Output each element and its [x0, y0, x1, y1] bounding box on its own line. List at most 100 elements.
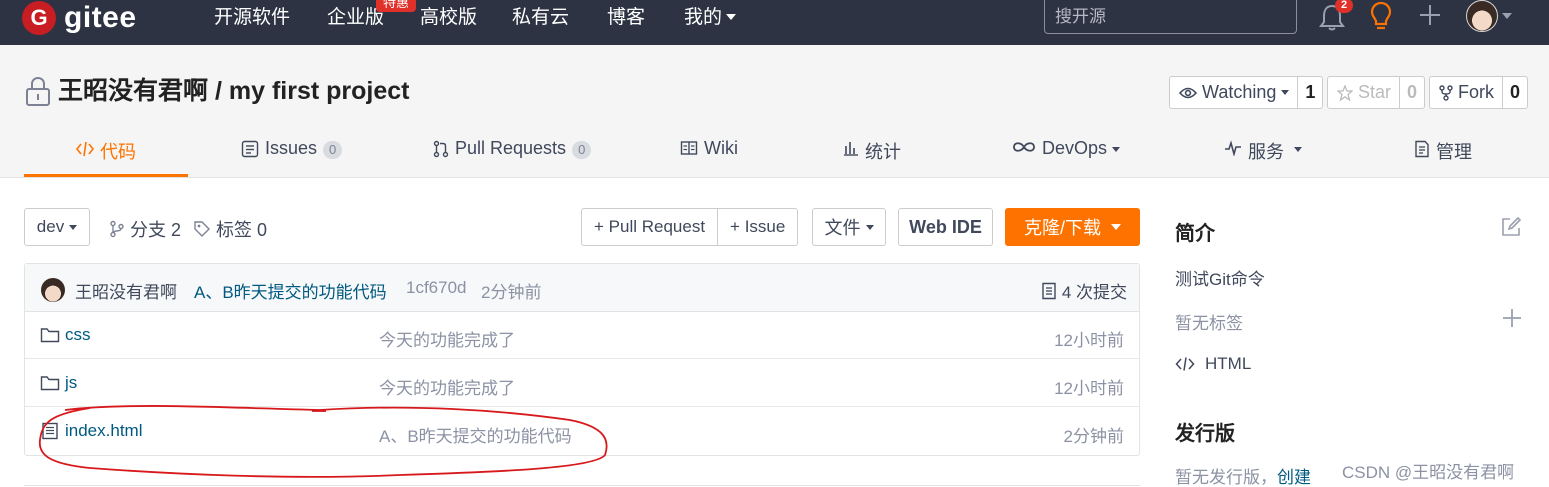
commit-count-label: 4 次提交	[1061, 283, 1127, 302]
nav-open-source[interactable]: 开源软件	[214, 5, 290, 31]
file-row[interactable]: index.html A、B昨天提交的功能代码 2分钟前	[25, 408, 1139, 455]
file-name: js	[65, 373, 78, 392]
add-tag-icon[interactable]	[1502, 308, 1522, 328]
tab-statistics[interactable]: 统计	[843, 138, 901, 178]
plus-icon[interactable]	[1417, 2, 1443, 28]
star-icon	[1337, 84, 1353, 101]
commit-hash[interactable]: 1cf670d	[406, 278, 467, 298]
search-input[interactable]	[1044, 0, 1297, 34]
sidebar-intro-title: 简介	[1175, 223, 1215, 245]
tab-services[interactable]: 服务	[1224, 138, 1302, 178]
tab-wiki[interactable]: Wiki	[680, 138, 738, 178]
commit-time: 2分钟前	[481, 283, 542, 302]
file-menu-label: 文件	[824, 218, 861, 238]
file-commit-message[interactable]: 今天的功能完成了	[379, 374, 515, 399]
file-tree: 王昭没有君啊 A、B昨天提交的功能代码 1cf670d 2分钟前 4 次提交 c…	[24, 263, 1140, 456]
fork-count[interactable]: 0	[1502, 77, 1527, 108]
repo-owner-link[interactable]: 王昭没有君啊	[58, 77, 208, 105]
section-divider	[24, 485, 1140, 486]
chevron-down-icon	[865, 224, 874, 230]
file-menu-button[interactable]: 文件	[812, 208, 886, 246]
commit-author-avatar[interactable]	[41, 278, 65, 302]
star-button[interactable]: Star 0	[1327, 76, 1426, 109]
nav-private-cloud[interactable]: 私有云	[512, 5, 569, 31]
tags-link[interactable]: 标签 0	[193, 216, 267, 242]
tab-issues-label: Issues	[265, 138, 318, 158]
file-row[interactable]: css 今天的功能完成了 12小时前	[25, 312, 1139, 359]
new-pull-request-button[interactable]: + Pull Request	[582, 209, 717, 245]
edit-icon[interactable]	[1500, 216, 1522, 238]
create-release-link[interactable]: 创建	[1277, 468, 1311, 487]
pull-request-icon	[433, 140, 449, 158]
watch-button[interactable]: Watching 1	[1169, 76, 1324, 109]
language-label: HTML	[1205, 354, 1252, 373]
tab-wiki-label: Wiki	[704, 138, 738, 158]
user-avatar[interactable]	[1466, 0, 1498, 32]
star-count[interactable]: 0	[1399, 77, 1424, 108]
bar-chart-icon	[844, 142, 858, 156]
fork-button[interactable]: Fork 0	[1429, 76, 1529, 109]
gitee-logo-icon: G	[22, 1, 56, 35]
tab-statistics-label: 统计	[865, 142, 901, 162]
nav-mine[interactable]: 我的	[684, 5, 737, 31]
clone-download-button[interactable]: 克隆/下载	[1005, 208, 1140, 246]
new-issue-button[interactable]: + Issue	[717, 209, 797, 245]
chevron-down-icon[interactable]	[1502, 13, 1512, 19]
file-name-link[interactable]: index.html	[40, 421, 142, 441]
no-release-text: 暂无发行版，	[1175, 468, 1277, 487]
code-icon	[1175, 357, 1195, 371]
language-item[interactable]: HTML	[1175, 354, 1251, 374]
file-name-link[interactable]: js	[40, 373, 77, 393]
file-commit-time: 12小时前	[1054, 331, 1124, 350]
watch-count[interactable]: 1	[1297, 77, 1322, 108]
tab-pull-requests[interactable]: Pull Requests 0	[433, 138, 592, 178]
nav-blog[interactable]: 博客	[607, 5, 645, 31]
repo-path-separator: /	[214, 77, 222, 105]
tags-label: 标签 0	[216, 220, 268, 240]
branches-link[interactable]: 分支 2	[109, 216, 181, 242]
tab-code-label: 代码	[100, 142, 136, 162]
code-icon	[76, 141, 94, 157]
book-icon	[680, 141, 698, 155]
web-ide-button[interactable]: Web IDE	[898, 208, 993, 246]
commit-author[interactable]: 王昭没有君啊	[75, 278, 177, 303]
folder-icon	[40, 328, 60, 343]
tab-manage[interactable]: 管理	[1414, 138, 1472, 178]
lock-icon	[26, 76, 50, 106]
chevron-down-icon	[1281, 90, 1290, 95]
folder-icon	[40, 376, 60, 391]
file-commit-time: 2分钟前	[1063, 427, 1124, 446]
nav-education[interactable]: 高校版	[420, 5, 477, 31]
file-commit-message[interactable]: 今天的功能完成了	[379, 326, 515, 351]
gitee-logo[interactable]: G gitee	[22, 0, 137, 36]
clone-download-label: 克隆/下载	[1023, 218, 1101, 238]
tab-code[interactable]: 代码	[76, 138, 136, 178]
create-button-group: + Pull Request + Issue	[581, 208, 799, 246]
tab-devops[interactable]: DevOps	[1012, 138, 1121, 178]
chevron-down-icon	[1111, 224, 1121, 230]
file-name: index.html	[65, 421, 143, 440]
lightbulb-icon[interactable]	[1366, 0, 1396, 32]
commits-icon	[1042, 282, 1056, 299]
nav-mine-label: 我的	[684, 7, 723, 28]
file-name-link[interactable]: css	[40, 325, 91, 345]
top-navbar: G gitee 开源软件 企业版 特惠 高校版 私有云 博客 我的 2	[0, 0, 1549, 45]
chevron-down-icon	[69, 224, 78, 230]
active-tab-indicator	[24, 174, 188, 177]
tab-manage-label: 管理	[1436, 142, 1472, 162]
sidebar-release-title: 发行版	[1175, 423, 1235, 445]
tag-icon	[194, 221, 210, 237]
latest-commit-row: 王昭没有君啊 A、B昨天提交的功能代码 1cf670d 2分钟前 4 次提交	[25, 264, 1139, 312]
commit-count-link[interactable]: 4 次提交	[1041, 278, 1127, 303]
commit-message[interactable]: A、B昨天提交的功能代码	[194, 278, 387, 303]
branch-select[interactable]: dev	[24, 208, 90, 246]
tab-issues[interactable]: Issues 0	[241, 138, 343, 178]
watch-label: Watching	[1202, 82, 1277, 102]
repo-name-link[interactable]: my first project	[229, 77, 410, 105]
file-row[interactable]: js 今天的功能完成了 12小时前	[25, 360, 1139, 407]
hot-badge: 特惠	[376, 0, 416, 12]
brand-name: gitee	[64, 1, 137, 34]
file-commit-message[interactable]: A、B昨天提交的功能代码	[379, 422, 572, 447]
repo-description: 测试Git命令	[1175, 270, 1265, 289]
repo-header: 王昭没有君啊 / my first project Watching 1 Sta…	[0, 45, 1549, 178]
